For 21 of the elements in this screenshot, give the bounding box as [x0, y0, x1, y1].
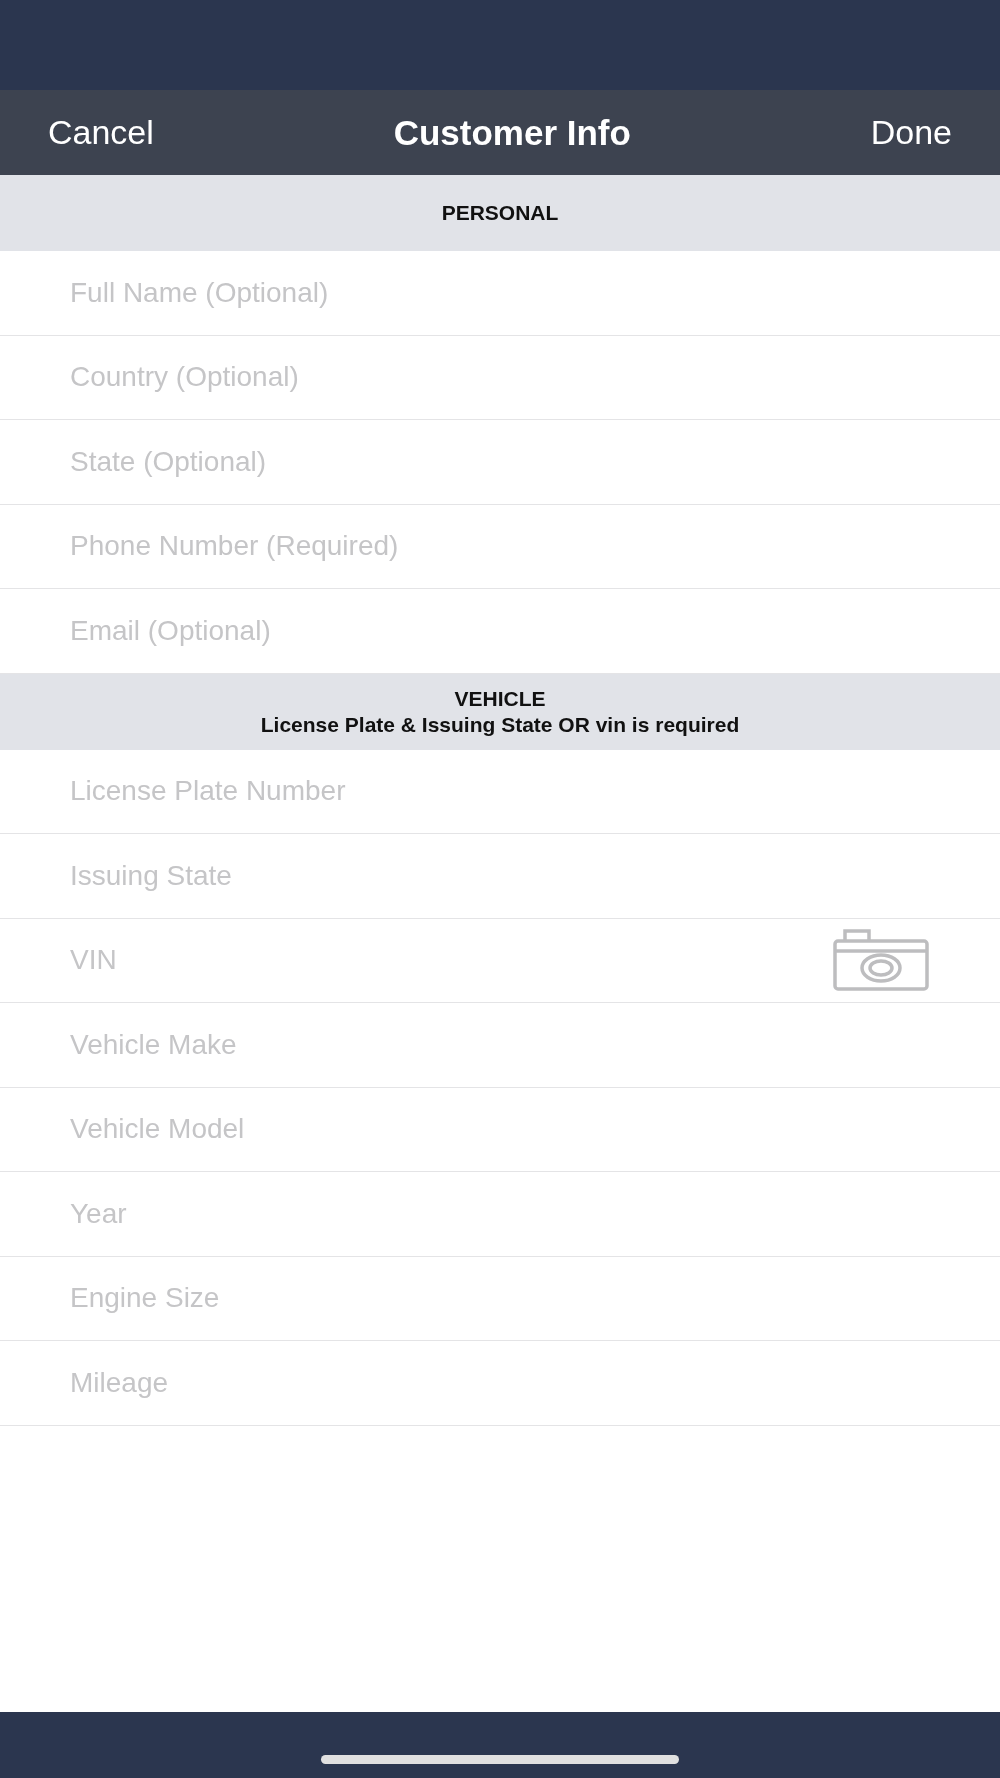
input-field[interactable]: Mileage	[70, 1362, 930, 1403]
camera-icon[interactable]	[833, 929, 929, 992]
input-field[interactable]: Vehicle Make	[70, 1024, 930, 1065]
screen-title: Customer Info	[393, 112, 631, 153]
input-field[interactable]: License Plate Number	[70, 771, 930, 812]
input-field[interactable]: Issuing State	[70, 855, 930, 896]
input-field[interactable]: Year	[70, 1193, 930, 1234]
section-title: PERSONAL	[441, 201, 559, 225]
input-field[interactable]: Country (Optional)	[70, 357, 930, 398]
input-field[interactable]: Full Name (Optional)	[70, 272, 930, 313]
done-button[interactable]: Done	[870, 113, 952, 152]
home-indicator[interactable]	[321, 1755, 679, 1764]
input-field[interactable]: Engine Size	[70, 1278, 930, 1319]
section-subtitle: License Plate & Issuing State OR vin is required	[260, 712, 740, 737]
input-field[interactable]: VIN	[70, 940, 833, 981]
input-field[interactable]: Vehicle Model	[70, 1109, 930, 1150]
input-field[interactable]: State (Optional)	[70, 441, 930, 482]
cancel-button[interactable]: Cancel	[48, 113, 154, 152]
input-field[interactable]: Email (Optional)	[70, 610, 930, 651]
input-field[interactable]: Phone Number (Required)	[70, 526, 930, 567]
section-title: VEHICLE	[454, 686, 546, 711]
